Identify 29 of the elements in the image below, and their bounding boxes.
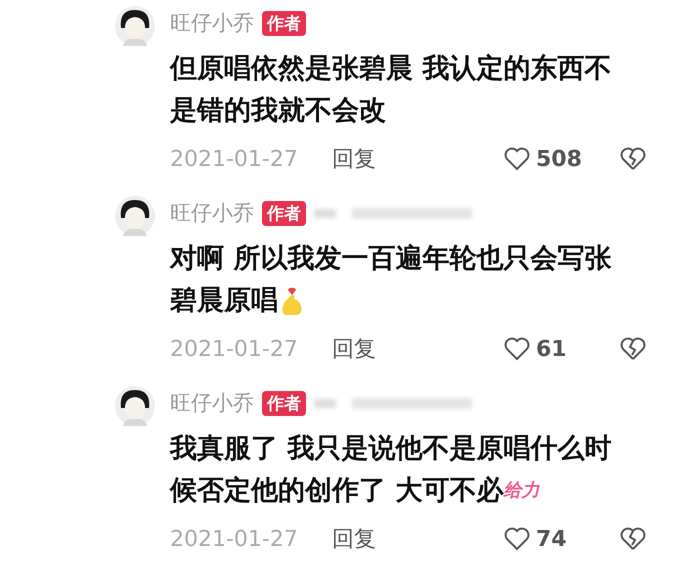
author-badge: 作者 — [262, 10, 306, 36]
comment-date: 2021-01-27 — [170, 526, 298, 552]
comment-text: 候否定他的创作了 大可不必 — [170, 474, 504, 508]
heart-icon[interactable] — [504, 527, 530, 551]
reply-link[interactable]: 回复 — [332, 334, 376, 364]
comment-text: 对啊 所以我发一百遍年轮也只会写张 — [170, 242, 612, 276]
finger-heart-icon — [280, 286, 304, 316]
broken-heart-icon[interactable] — [620, 527, 646, 551]
avatar-icon[interactable] — [115, 196, 155, 236]
avatar-icon[interactable] — [115, 6, 155, 46]
like-count: 61 — [536, 336, 568, 362]
author-badge: 作者 — [262, 200, 306, 226]
heart-icon[interactable] — [504, 337, 530, 361]
reply-link[interactable]: 回复 — [332, 524, 376, 554]
avatar-icon[interactable] — [115, 386, 155, 426]
comment-text: 我真服了 我只是说他不是原唱什么时 — [170, 432, 612, 466]
author-badge: 作者 — [262, 390, 306, 416]
comment-date: 2021-01-27 — [170, 336, 298, 362]
broken-heart-icon[interactable] — [620, 147, 646, 171]
broken-heart-icon[interactable] — [620, 337, 646, 361]
comment-text: 但原唱依然是张碧晨 我认定的东西不 — [170, 52, 612, 86]
sticker-label: 给力 — [503, 480, 540, 501]
comment-text: 是错的我就不会改 — [170, 94, 386, 128]
like-count: 74 — [536, 526, 568, 552]
comment-date: 2021-01-27 — [170, 146, 298, 172]
heart-icon[interactable] — [504, 147, 530, 171]
reply-link[interactable]: 回复 — [332, 144, 376, 174]
comment-text: 碧晨原唱 — [170, 284, 278, 318]
like-count: 508 — [536, 146, 583, 172]
